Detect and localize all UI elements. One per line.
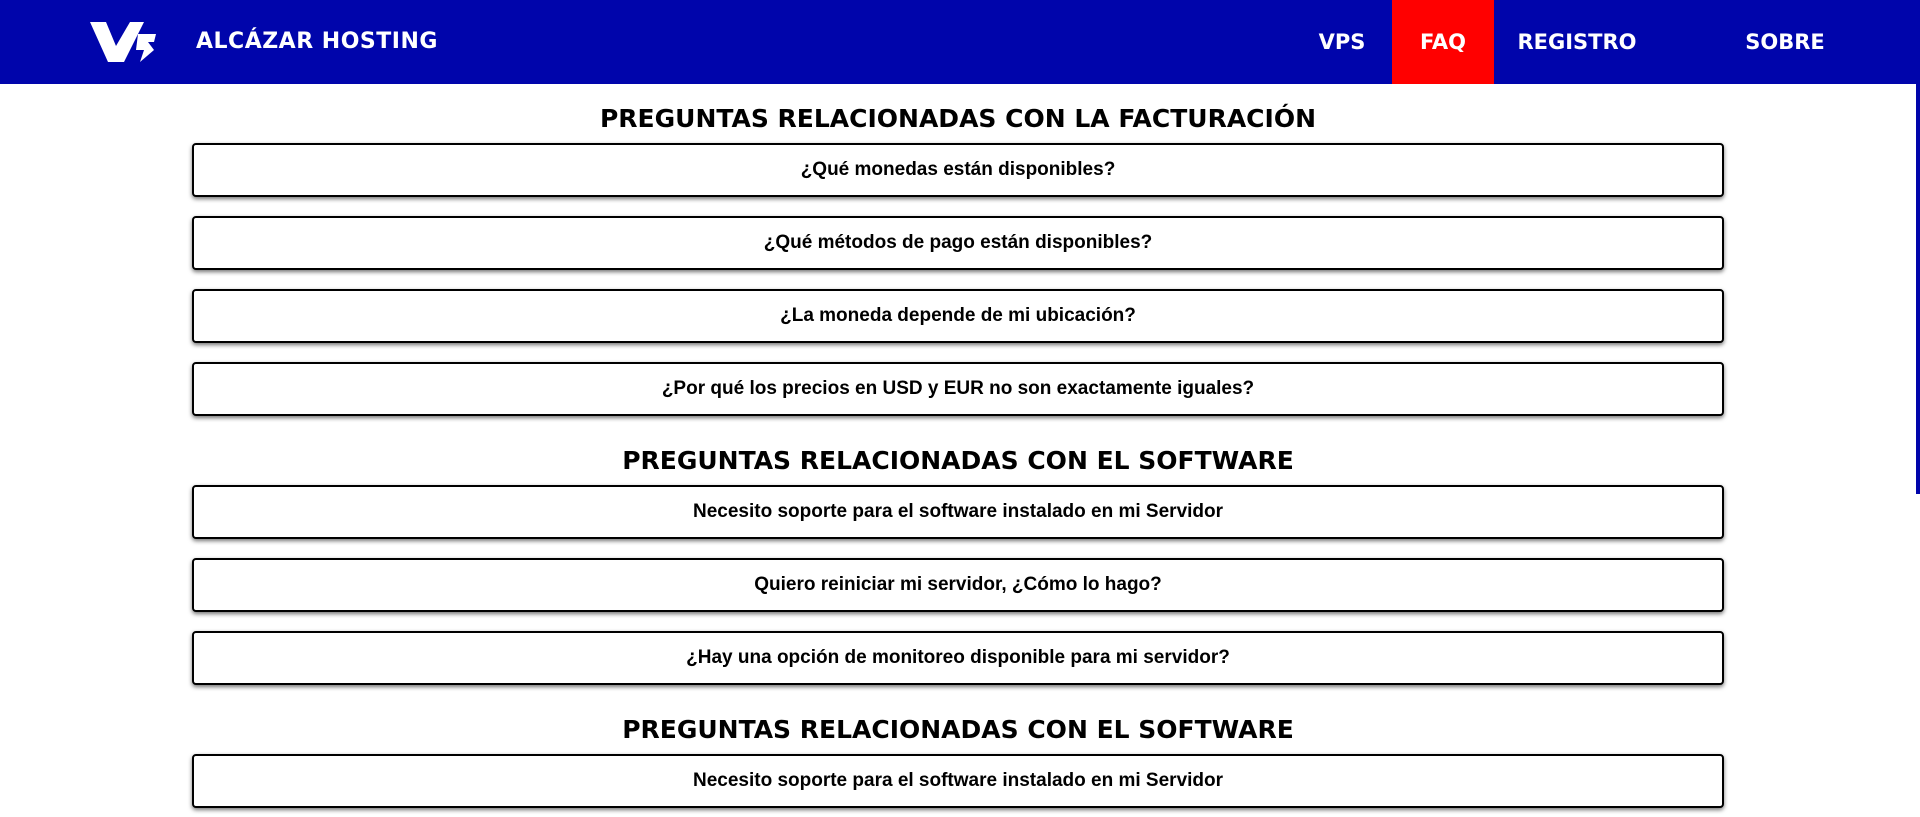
faq-item[interactable]: Necesito soporte para el software instal…: [192, 754, 1724, 808]
nav-faq[interactable]: FAQ: [1392, 0, 1494, 84]
section-title-software: PREGUNTAS RELACIONADAS CON EL SOFTWARE: [622, 446, 1294, 475]
lightning-logo-icon[interactable]: [88, 20, 160, 64]
faq-item[interactable]: Necesito soporte para el software instal…: [192, 485, 1724, 539]
scrollbar[interactable]: [1916, 84, 1920, 494]
nav-sobre-nosotros[interactable]: SOBRE NOSOTROS: [1682, 0, 1888, 138]
brand-name[interactable]: ALCÁZAR HOSTING: [196, 26, 438, 58]
faq-item[interactable]: Quiero reiniciar mi servidor, ¿Cómo lo h…: [192, 558, 1724, 612]
nav-registro[interactable]: REGISTRO: [1510, 0, 1644, 84]
faq-item[interactable]: ¿Qué monedas están disponibles?: [192, 143, 1724, 197]
top-navbar: ALCÁZAR HOSTING VPS FAQ REGISTRO SOBRE N…: [0, 0, 1920, 138]
faq-item[interactable]: ¿Hay una opción de monitoreo disponible …: [192, 631, 1724, 685]
faq-item[interactable]: ¿La moneda depende de mi ubicación?: [192, 289, 1724, 343]
faq-item[interactable]: ¿Por qué los precios en USD y EUR no son…: [192, 362, 1724, 416]
section-title-billing: PREGUNTAS RELACIONADAS CON LA FACTURACIÓ…: [599, 104, 1317, 133]
section-title-software-2: PREGUNTAS RELACIONADAS CON EL SOFTWARE: [622, 715, 1294, 744]
nav-vps[interactable]: VPS: [1302, 0, 1382, 84]
faq-item[interactable]: ¿Qué métodos de pago están disponibles?: [192, 216, 1724, 270]
